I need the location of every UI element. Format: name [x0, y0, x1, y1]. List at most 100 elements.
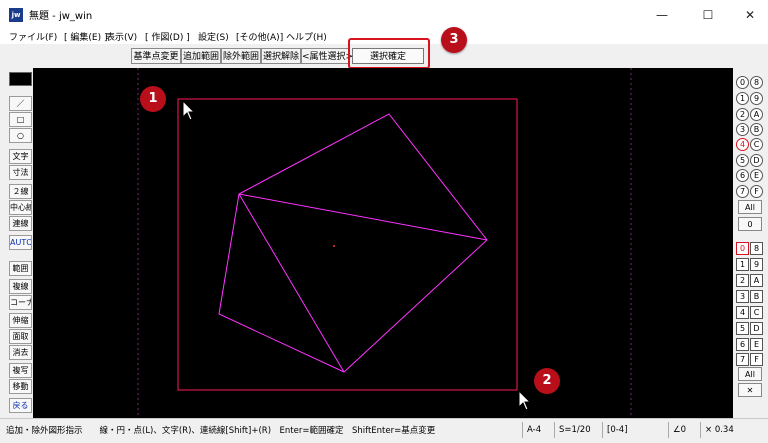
layer-row: 5D: [736, 322, 768, 335]
all-layers-button[interactable]: All: [738, 367, 762, 381]
layer-display[interactable]: [0-4]: [602, 422, 654, 438]
layer-group-row: 7F: [736, 185, 768, 198]
layer-group-right-button[interactable]: A: [750, 108, 763, 121]
layer-group-left-button[interactable]: 3: [736, 123, 749, 136]
tool-auto-mode-button[interactable]: AUTO: [9, 235, 32, 250]
layer-group-row: 19: [736, 92, 768, 105]
layer-group-left-button[interactable]: 6: [736, 169, 749, 182]
status-bar: 追加・除外図形指示 線・円・点(L)、文字(R)、連続線[Shift]+(R) …: [0, 418, 768, 443]
layer-group-right-button[interactable]: C: [750, 138, 763, 151]
diagonal-line-upper[interactable]: [238, 193, 488, 241]
tool-dimension-button[interactable]: 寸法: [9, 165, 32, 180]
menu-draw[interactable]: [ 作図(D) ]: [145, 30, 190, 43]
pentagon-shape[interactable]: [218, 113, 488, 373]
layer-group-right-button[interactable]: 9: [750, 92, 763, 105]
maximize-button[interactable]: ☐: [695, 4, 721, 26]
menu-file[interactable]: ファイル(F): [9, 30, 57, 43]
tool-connect-line-button[interactable]: 連線: [9, 216, 32, 231]
scale-display[interactable]: S=1/20: [554, 422, 600, 438]
layer-left-button[interactable]: 4: [736, 306, 749, 319]
layer-right-button[interactable]: C: [750, 306, 763, 319]
layer-right-button[interactable]: 9: [750, 258, 763, 271]
layer-left-button[interactable]: 3: [736, 290, 749, 303]
layer-group-left-button[interactable]: 5: [736, 154, 749, 167]
layer-group-right-button[interactable]: 8: [750, 76, 763, 89]
tool-move-button[interactable]: 移動: [9, 379, 32, 394]
clear-selection-button[interactable]: 選択解除: [261, 48, 301, 64]
tool-text-button[interactable]: 文字: [9, 149, 32, 164]
menu-settings[interactable]: 設定(S): [198, 30, 229, 43]
layer-group-left-button[interactable]: 7: [736, 185, 749, 198]
layer-left-button[interactable]: 6: [736, 338, 749, 351]
close-button[interactable]: ✕: [737, 4, 763, 26]
layer-group-left-button[interactable]: 0: [736, 76, 749, 89]
menu-help[interactable]: ヘルプ(H): [286, 30, 327, 43]
mouse-cursor-icon: [518, 389, 532, 411]
minimize-button[interactable]: —: [649, 4, 675, 26]
drawing-canvas[interactable]: [33, 68, 733, 418]
callout-badge-3: 3: [441, 27, 467, 53]
layer-row: 3B: [736, 290, 768, 303]
callout-badge-2: 2: [534, 368, 560, 394]
menu-view[interactable]: 表示(V): [106, 30, 137, 43]
tool-erase-button[interactable]: 消去: [9, 345, 32, 360]
layer-group-left-button[interactable]: 2: [736, 108, 749, 121]
layer-right-button[interactable]: D: [750, 322, 763, 335]
layer-group-right-button[interactable]: F: [750, 185, 763, 198]
layer-group-row: 3B: [736, 123, 768, 136]
all-groups-button[interactable]: All: [738, 200, 762, 214]
angle-display[interactable]: ∠0: [668, 422, 700, 438]
layer-group-right-button[interactable]: B: [750, 123, 763, 136]
tool-undo-button[interactable]: 戻る: [9, 398, 32, 413]
layer-group-right-button[interactable]: E: [750, 169, 763, 182]
layer-row: 4C: [736, 306, 768, 319]
layer-left-button[interactable]: 0: [736, 242, 749, 255]
layer-group-row: 6E: [736, 169, 768, 182]
layer-left-button[interactable]: 7: [736, 353, 749, 366]
layer-group-row: 08: [736, 76, 768, 89]
tool-extend-button[interactable]: 伸縮: [9, 313, 32, 328]
zoom-display[interactable]: × 0.34: [700, 422, 766, 438]
layer-group-left-button[interactable]: 1: [736, 92, 749, 105]
paper-size[interactable]: A-4: [522, 422, 554, 438]
tool-double-line-button[interactable]: ２線: [9, 184, 32, 199]
layer-right-button[interactable]: B: [750, 290, 763, 303]
tool-chamfer-button[interactable]: 面取: [9, 329, 32, 344]
app-logo-icon: jw: [9, 8, 23, 22]
layer-right-button[interactable]: F: [750, 353, 763, 366]
layer-right-button[interactable]: 8: [750, 242, 763, 255]
layer-row: 6E: [736, 338, 768, 351]
window-title: 無題 - jw_win: [29, 11, 93, 22]
layer-group-right-button[interactable]: D: [750, 154, 763, 167]
line-style-swatch[interactable]: [9, 72, 32, 86]
tool-copy-button[interactable]: 複写: [9, 363, 32, 378]
change-base-point-button[interactable]: 基準点変更: [131, 48, 181, 64]
title-bar: jw 無題 - jw_win — ☐ ✕: [0, 0, 768, 28]
layer-cross-button[interactable]: ✕: [738, 383, 762, 397]
menu-other[interactable]: [その他(A)]: [236, 30, 283, 43]
tool-corner-button[interactable]: コーナー: [9, 295, 32, 310]
attribute-select-button[interactable]: <属性選択>: [301, 48, 353, 64]
layer-left-button[interactable]: 5: [736, 322, 749, 335]
tool-center-line-button[interactable]: 中心線: [9, 200, 32, 215]
layer-row: 7F: [736, 353, 768, 366]
layer-row: 19: [736, 258, 768, 271]
tool-rectangle-button[interactable]: □: [9, 112, 32, 127]
confirm-highlight-frame: [348, 38, 430, 69]
exclude-range-button[interactable]: 除外範囲: [221, 48, 261, 64]
layer-right-button[interactable]: A: [750, 274, 763, 287]
layer-group-row: 5D: [736, 154, 768, 167]
tool-parallel-line-button[interactable]: 複線: [9, 279, 32, 294]
layer-group-left-button[interactable]: 4: [736, 138, 749, 151]
diagonal-line-lower[interactable]: [238, 193, 345, 373]
layer-left-button[interactable]: 1: [736, 258, 749, 271]
menu-edit[interactable]: [ 編集(E) ]: [64, 30, 107, 43]
tool-circle-button[interactable]: ○: [9, 128, 32, 143]
add-range-button[interactable]: 追加範囲: [181, 48, 221, 64]
layer-left-button[interactable]: 2: [736, 274, 749, 287]
tool-line-button[interactable]: ／: [9, 96, 32, 111]
layer-right-button[interactable]: E: [750, 338, 763, 351]
tool-range-button[interactable]: 範囲: [9, 261, 32, 276]
group-zero-button[interactable]: 0: [738, 217, 762, 231]
callout-badge-1: 1: [140, 86, 166, 112]
